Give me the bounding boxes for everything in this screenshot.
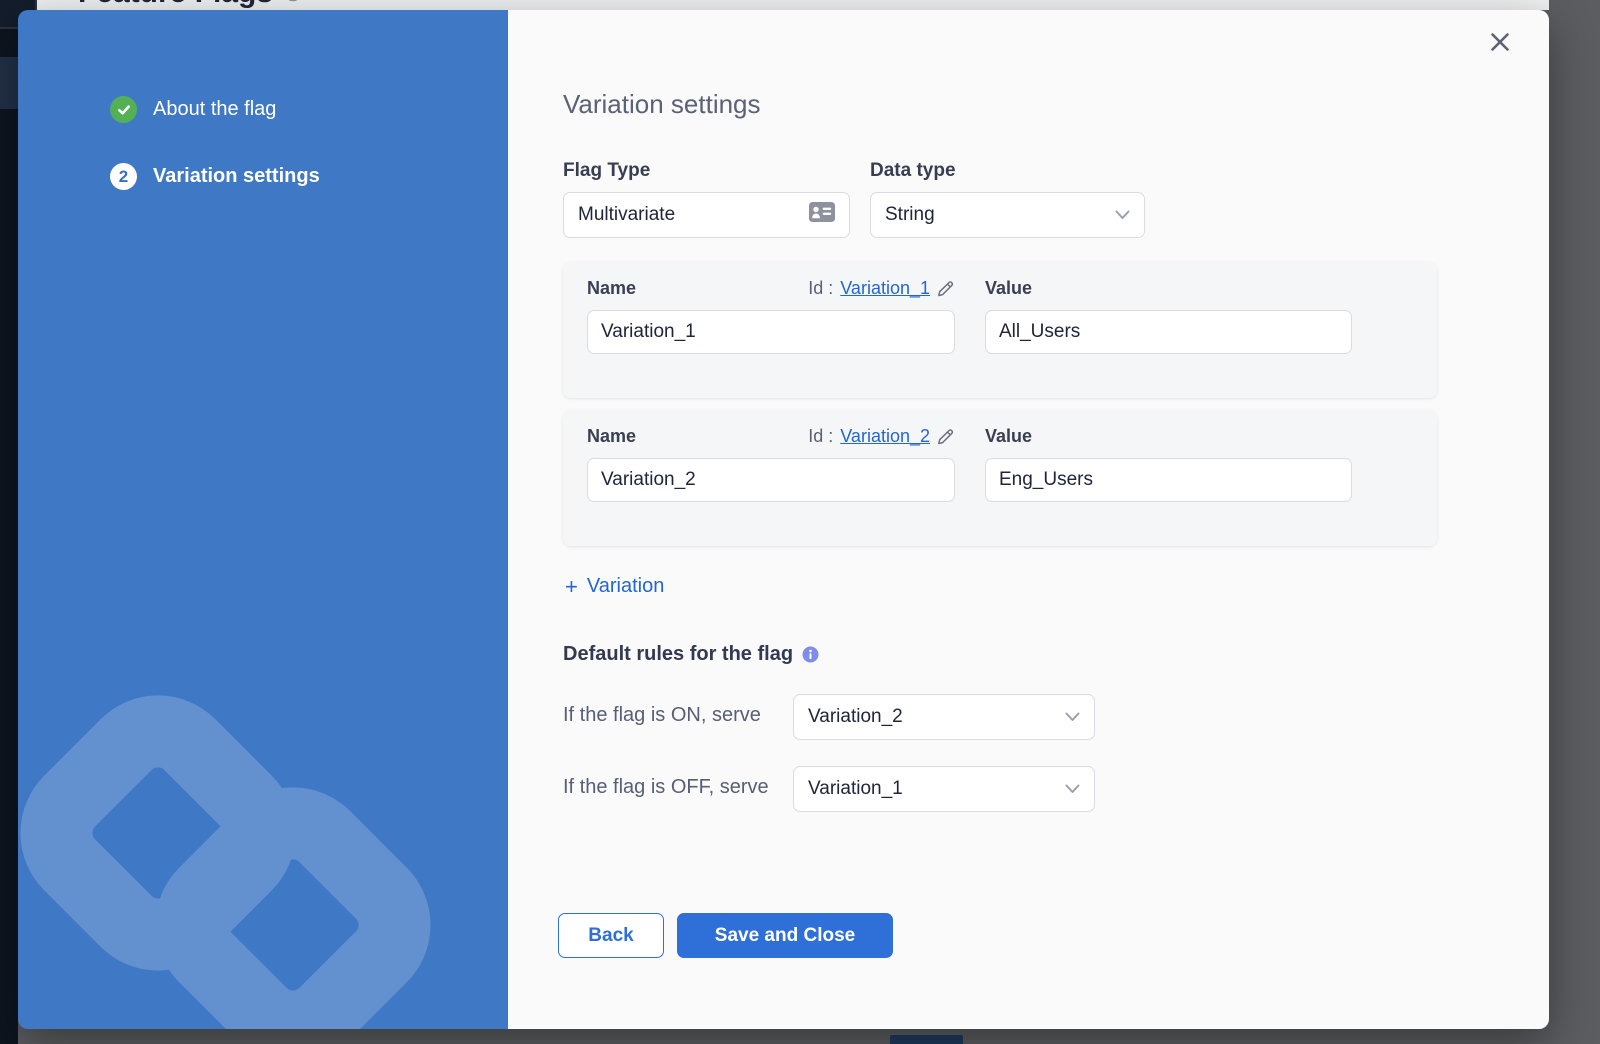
name-label: Name [587,278,636,299]
variation-id-group: Id : Variation_1 [808,278,955,299]
rule-on-label: If the flag is ON, serve [563,702,798,729]
step-number-badge: 2 [110,163,137,190]
edit-pencil-icon[interactable] [937,428,955,446]
chevron-down-icon [1115,210,1130,220]
backdrop-hidden-button [890,1035,963,1044]
variation-id-link[interactable]: Variation_2 [840,426,930,447]
variation-card-2: Name Id : Variation_2 Value [563,410,1437,546]
plus-icon: + [565,577,578,597]
variation-name-input[interactable] [587,458,955,502]
step-label: About the flag [153,98,276,121]
variation-card-1: Name Id : Variation_1 Value [563,262,1437,398]
add-variation-label: Variation [587,575,664,598]
chevron-down-icon [1065,784,1080,794]
variation-name-input[interactable] [587,310,955,354]
close-icon[interactable] [1488,30,1512,54]
variation-settings-modal: About the flag 2 Variation settings Vari… [18,10,1549,1029]
chevron-down-icon [1065,712,1080,722]
page-title-text: Feature Flags [78,0,273,10]
default-rules-heading-text: Default rules for the flag [563,643,793,666]
panel-title: Variation settings [563,89,761,120]
default-rules-heading: Default rules for the flag [563,643,819,666]
info-icon[interactable] [802,646,819,663]
step-label: Variation settings [153,165,320,188]
rule-on-value: Variation_2 [808,706,903,728]
step-about-the-flag[interactable]: About the flag [110,96,276,123]
rule-off-select[interactable]: Variation_1 [793,766,1095,812]
save-and-close-button[interactable]: Save and Close [677,913,893,958]
data-type-label: Data type [870,160,956,182]
multivariate-card-icon [809,202,835,228]
data-type-select[interactable]: String [870,192,1145,238]
brand-watermark [18,589,508,1029]
stepper-panel: About the flag 2 Variation settings [18,10,508,1029]
edit-pencil-icon[interactable] [937,280,955,298]
variation-id-group: Id : Variation_2 [808,426,955,447]
rule-on-select[interactable]: Variation_2 [793,694,1095,740]
value-label: Value [985,278,1032,299]
id-prefix-label: Id : [808,426,833,447]
flag-type-value: Multivariate [578,204,675,226]
page-title: Feature Flags [78,0,303,10]
flag-type-label: Flag Type [563,160,650,182]
id-prefix-label: Id : [808,278,833,299]
info-icon [283,0,303,10]
rule-off-label: If the flag is OFF, serve [563,774,798,801]
variation-value-input[interactable] [985,310,1352,354]
variation-id-link[interactable]: Variation_1 [840,278,930,299]
flag-type-field: Multivariate [563,192,850,238]
backdrop-app-sidebar [0,0,18,1044]
step-variation-settings[interactable]: 2 Variation settings [110,163,320,190]
value-label: Value [985,426,1032,447]
variation-value-input[interactable] [985,458,1352,502]
step-complete-check-icon [110,96,137,123]
back-button[interactable]: Back [558,913,664,958]
add-variation-button[interactable]: + Variation [565,575,664,598]
backdrop-sidebar-active-item [0,57,18,109]
name-label: Name [587,426,636,447]
rule-off-value: Variation_1 [808,778,903,800]
form-panel: Variation settings Flag Type Data type M… [508,10,1549,1029]
backdrop-topbar: Feature Flags [37,0,1549,10]
data-type-value: String [885,204,935,226]
